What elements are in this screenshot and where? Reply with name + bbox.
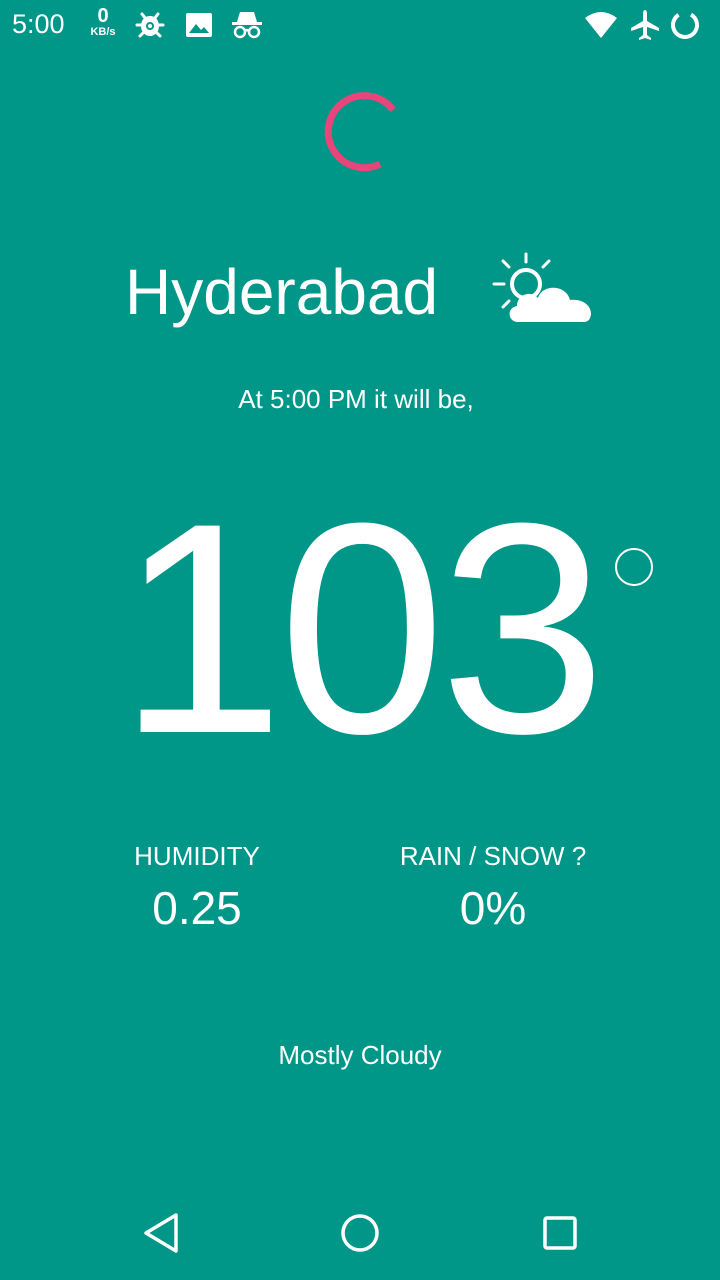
temperature-value: 103	[117, 460, 607, 796]
airplane-icon	[628, 8, 662, 42]
weather-summary: Mostly Cloudy	[278, 1040, 442, 1070]
humidity-value: 0.25	[152, 882, 242, 934]
image-icon	[182, 8, 216, 42]
network-speed: 0 KB/s	[84, 6, 122, 38]
network-speed-value: 0	[97, 5, 109, 27]
precipitation-label: RAIN / SNOW ?	[399, 841, 587, 871]
incognito-icon	[230, 8, 264, 42]
partly-cloudy-icon	[490, 248, 596, 328]
back-icon[interactable]	[132, 1205, 188, 1261]
bug-icon	[133, 8, 167, 42]
city-name: Hyderabad	[125, 256, 439, 328]
humidity-label: HUMIDITY	[134, 841, 260, 871]
home-icon[interactable]	[332, 1205, 388, 1261]
degree-symbol	[615, 548, 653, 586]
status-time: 5:00	[12, 9, 65, 39]
forecast-time-text: At 5:00 PM it will be,	[238, 384, 474, 414]
network-speed-unit: KB/s	[90, 26, 116, 38]
status-bar: 5:00 0 KB/s	[0, 0, 720, 50]
precipitation-value: 0%	[459, 882, 527, 934]
recents-icon[interactable]	[532, 1205, 588, 1261]
loading-spinner	[318, 88, 402, 172]
wifi-icon	[584, 8, 618, 42]
sync-icon	[668, 8, 702, 42]
